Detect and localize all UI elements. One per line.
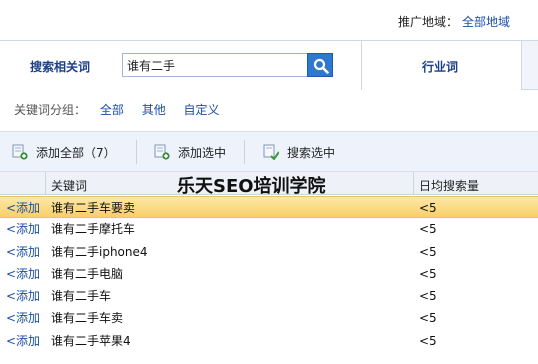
toolbar-divider	[136, 140, 137, 164]
tab-search-related-label: 搜索相关词	[30, 60, 91, 74]
add-keyword-link[interactable]: <添加	[6, 218, 40, 240]
add-selected-button[interactable]: 添加选中	[154, 144, 234, 162]
add-page-icon	[154, 144, 170, 160]
add-keyword-link[interactable]: <添加	[6, 197, 40, 219]
add-selected-label: 添加选中	[178, 146, 227, 160]
keyword-cell: 谁有二手车卖	[51, 311, 124, 326]
table-row[interactable]: <添加 谁有二手车要卖 <5	[0, 196, 538, 219]
add-keyword-link[interactable]: <添加	[6, 330, 40, 352]
column-divider	[413, 172, 414, 194]
search-input[interactable]	[122, 53, 308, 77]
group-link-all[interactable]: 全部	[100, 103, 124, 117]
keyword-table-body: <添加 谁有二手车要卖 <5 <添加 谁有二手摩托车 <5 <添加 谁有二手ip…	[0, 196, 538, 352]
search-volume-cell: <5	[419, 333, 437, 348]
search-volume-cell: <5	[419, 266, 437, 281]
column-header-keyword[interactable]: 关键词	[51, 177, 87, 194]
keyword-cell: 谁有二手苹果4	[51, 333, 131, 348]
group-link-custom[interactable]: 自定义	[184, 103, 220, 117]
keyword-group-label: 关键词分组：	[14, 103, 87, 117]
search-volume-cell: <5	[419, 244, 437, 259]
add-keyword-link[interactable]: <添加	[6, 285, 40, 307]
region-selector-link[interactable]: 全部地域	[462, 13, 510, 30]
add-all-label: 添加全部（7）	[36, 146, 116, 160]
add-page-icon	[12, 144, 28, 160]
tab-search-related[interactable]: 搜索相关词	[0, 41, 362, 90]
add-all-button[interactable]: 添加全部（7）	[12, 144, 122, 162]
table-row[interactable]: <添加 谁有二手车 <5	[0, 285, 538, 307]
keyword-cell: 谁有二手车要卖	[51, 201, 136, 215]
search-volume-cell: <5	[419, 289, 437, 304]
keyword-group-filter: 关键词分组： 全部 其他 自定义	[14, 101, 234, 119]
table-row[interactable]: <添加 谁有二手电脑 <5	[0, 263, 538, 285]
search-button[interactable]	[307, 53, 333, 77]
add-keyword-link[interactable]: <添加	[6, 307, 40, 329]
search-icon	[313, 58, 329, 74]
action-toolbar: 添加全部（7） 添加选中 搜索选中	[0, 131, 538, 171]
keyword-cell: 谁有二手车	[51, 289, 112, 304]
tab-bar: 搜索相关词 行业词	[0, 40, 538, 90]
tab-industry-words[interactable]: 行业词	[362, 41, 522, 90]
search-volume-cell: <5	[419, 201, 437, 215]
keyword-cell: 谁有二手摩托车	[51, 222, 136, 237]
watermark-text: 乐天SEO培训学院	[177, 176, 326, 197]
table-row[interactable]: <添加 谁有二手iphone4 <5	[0, 241, 538, 263]
search-page-icon	[263, 144, 279, 160]
add-keyword-link[interactable]: <添加	[6, 263, 40, 285]
top-bar: 推广地域： 全部地域	[0, 0, 538, 40]
toolbar-divider	[244, 140, 245, 164]
add-keyword-link[interactable]: <添加	[6, 241, 40, 263]
column-header-daily-search[interactable]: 日均搜索量	[419, 177, 479, 194]
search-volume-cell: <5	[419, 311, 437, 326]
search-selected-button[interactable]: 搜索选中	[263, 144, 343, 162]
tab-industry-label: 行业词	[422, 60, 459, 74]
table-row[interactable]: <添加 谁有二手苹果4 <5	[0, 330, 538, 352]
keyword-cell: 谁有二手iphone4	[51, 244, 148, 259]
table-row[interactable]: <添加 谁有二手摩托车 <5	[0, 218, 538, 240]
search-selected-label: 搜索选中	[287, 146, 336, 160]
region-label: 推广地域：	[398, 15, 459, 29]
search-volume-cell: <5	[419, 222, 437, 237]
group-link-other[interactable]: 其他	[142, 103, 166, 117]
keyword-cell: 谁有二手电脑	[51, 266, 124, 281]
table-row[interactable]: <添加 谁有二手车卖 <5	[0, 307, 538, 329]
column-divider	[45, 172, 46, 194]
